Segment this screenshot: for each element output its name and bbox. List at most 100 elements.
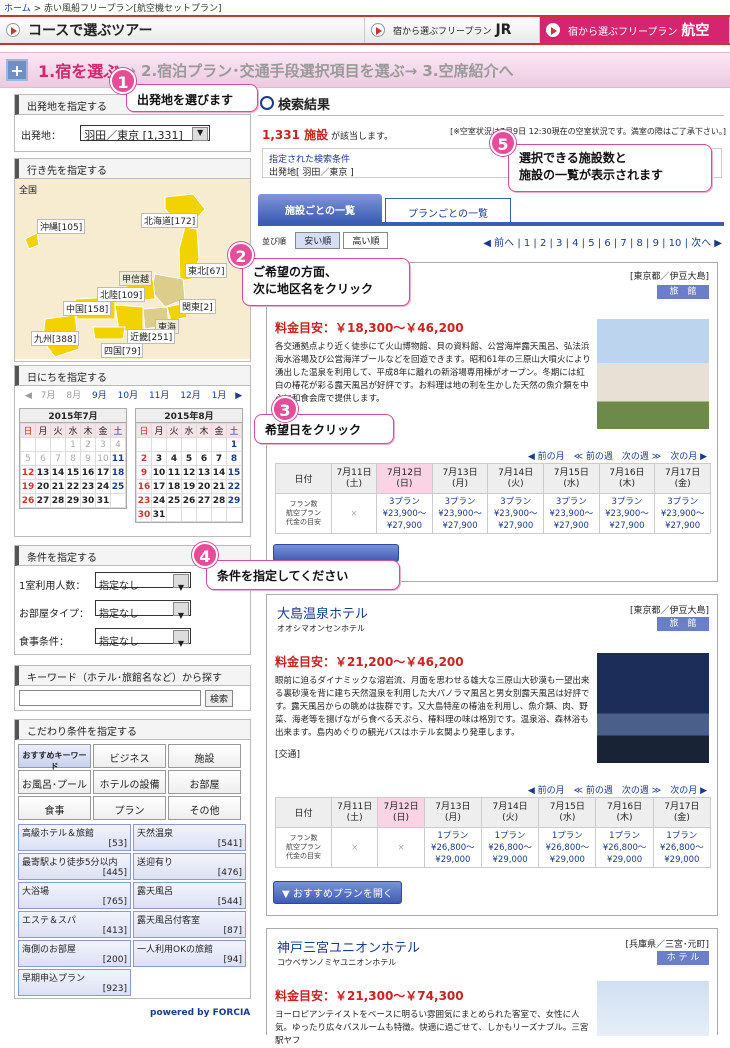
- calendar-day[interactable]: 26: [181, 493, 197, 508]
- kodawari-item[interactable]: 海側のお部屋 [200]: [18, 940, 131, 967]
- sort-high-button[interactable]: 高い順: [343, 232, 389, 249]
- calendar-day[interactable]: 17: [151, 479, 167, 494]
- month-jul[interactable]: 7月: [41, 391, 56, 401]
- plan-cell[interactable]: 3プラン ¥23,900～ ¥27,900: [598, 493, 656, 534]
- kodawari-tab[interactable]: ビジネス: [93, 744, 166, 768]
- region-kanto[interactable]: 関東[2]: [179, 299, 216, 314]
- calendar-day[interactable]: 25: [110, 479, 126, 494]
- month-aug[interactable]: 8月: [66, 391, 81, 401]
- hotel-name[interactable]: 大島温泉ホテル: [277, 603, 368, 622]
- calendar-day[interactable]: 7: [50, 451, 66, 466]
- calendar-day[interactable]: 9: [136, 465, 152, 480]
- kodawari-item[interactable]: 高級ホテル＆旅館 [53]: [18, 824, 131, 851]
- calendar-day[interactable]: 21: [211, 479, 227, 494]
- calendar-day[interactable]: 4: [166, 451, 182, 466]
- kodawari-item[interactable]: 早期申込プラン [923]: [18, 969, 131, 996]
- plan-cell[interactable]: 1プラン ¥26,800～ ¥29,000: [538, 827, 597, 868]
- calendar-day[interactable]: 22: [226, 479, 242, 494]
- calendar-day[interactable]: 19: [181, 479, 197, 494]
- calendar-day[interactable]: 17: [95, 465, 111, 480]
- month-jan[interactable]: 1月: [212, 391, 227, 401]
- sort-cheap-button[interactable]: 安い順: [295, 232, 341, 249]
- kodawari-tab[interactable]: 施設: [168, 744, 241, 768]
- tab-by-facility[interactable]: 施設ごとの一覧: [258, 194, 382, 222]
- calendar-day[interactable]: 23: [80, 479, 96, 494]
- calendar-day[interactable]: 5: [181, 451, 197, 466]
- calendar-day[interactable]: 28: [211, 493, 227, 508]
- calendar-day[interactable]: 22: [65, 479, 81, 494]
- calendar-day[interactable]: 27: [196, 493, 212, 508]
- calendar-day[interactable]: 28: [50, 493, 66, 508]
- calendar-day[interactable]: 13: [35, 465, 51, 480]
- month-dec[interactable]: 12月: [180, 391, 200, 401]
- room-type-select[interactable]: 指定なし: [95, 600, 191, 620]
- keyword-search-button[interactable]: 検索: [205, 690, 234, 707]
- kodawari-item[interactable]: 送迎有り [476]: [133, 853, 246, 880]
- kodawari-tab[interactable]: 食事: [18, 796, 91, 820]
- calendar-day[interactable]: 15: [65, 465, 81, 480]
- month-oct[interactable]: 10月: [118, 391, 138, 401]
- kodawari-item[interactable]: 露天風呂付客室 [87]: [133, 911, 246, 938]
- calendar-day[interactable]: 27: [35, 493, 51, 508]
- calendar-day[interactable]: 29: [65, 493, 81, 508]
- kodawari-tab[interactable]: おすすめキーワード: [18, 744, 91, 771]
- calendar-day[interactable]: 14: [50, 465, 66, 480]
- plan-cell[interactable]: 3プラン ¥23,900～ ¥27,900: [487, 493, 545, 534]
- tab-by-plan[interactable]: プランごとの一覧: [385, 198, 511, 222]
- calendar-day[interactable]: 3: [151, 451, 167, 466]
- breadcrumb-home[interactable]: ホーム: [4, 4, 31, 14]
- meal-select[interactable]: 指定なし: [95, 628, 191, 648]
- calendar-day[interactable]: 6: [196, 451, 212, 466]
- calendar-day[interactable]: 31: [151, 507, 167, 522]
- departure-select[interactable]: 羽田／東京 [1,331]: [80, 125, 211, 142]
- week-nav[interactable]: ◀ 前の月 ≪ 前の週 次の週 ≫ 次の月 ▶: [528, 449, 707, 462]
- hotel-photo[interactable]: [597, 319, 709, 429]
- calendar-day[interactable]: 8: [65, 451, 81, 466]
- plan-cell[interactable]: 1プラン ¥26,800～ ¥29,000: [423, 827, 482, 868]
- calendar-day[interactable]: 29: [226, 493, 242, 508]
- kodawari-item[interactable]: 一人利用OKの旅館 [94]: [133, 940, 246, 967]
- calendar-day[interactable]: 11: [166, 465, 182, 480]
- guests-select[interactable]: 指定なし: [95, 572, 191, 592]
- tab-free-plan-jr[interactable]: 宿から選ぶフリープラン JR: [365, 17, 540, 43]
- tab-free-plan-air[interactable]: 宿から選ぶフリープラン 航空: [540, 17, 730, 43]
- calendar-day[interactable]: 8: [226, 451, 242, 466]
- calendar-day[interactable]: 14: [211, 465, 227, 480]
- region-hokkaido[interactable]: 北海道[172]: [141, 213, 199, 228]
- calendar-day[interactable]: 30: [80, 493, 96, 508]
- calendar-day[interactable]: 24: [151, 493, 167, 508]
- shikoku-shape[interactable]: [92, 326, 126, 340]
- plan-cell[interactable]: 1プラン ¥26,800～ ¥29,000: [595, 827, 654, 868]
- calendar-day[interactable]: 24: [95, 479, 111, 494]
- calendar-day[interactable]: 20: [35, 479, 51, 494]
- calendar-day[interactable]: 31: [95, 493, 111, 508]
- calendar-day[interactable]: 10: [95, 451, 111, 466]
- kodawari-item[interactable]: 大浴場 [765]: [18, 882, 131, 909]
- pager[interactable]: ◀ 前へ | 1 | 2 | 3 | 4 | 5 | 6 | 7 | 8 | 9…: [483, 234, 722, 249]
- kodawari-item[interactable]: エステ＆スパ [413]: [18, 911, 131, 938]
- region-kyushu[interactable]: 九州[388]: [31, 331, 80, 346]
- kodawari-item[interactable]: 露天風呂 [544]: [133, 882, 246, 909]
- keyword-input[interactable]: [19, 690, 201, 706]
- calendar-day[interactable]: 30: [136, 507, 152, 522]
- calendar-day[interactable]: 10: [151, 465, 167, 480]
- calendar-day[interactable]: 3: [95, 437, 111, 452]
- region-chugoku[interactable]: 中国[158]: [63, 301, 112, 316]
- plan-cell[interactable]: 1プラン ¥26,800～ ¥29,000: [480, 827, 540, 868]
- calendar-day[interactable]: 16: [80, 465, 96, 480]
- kodawari-tab[interactable]: プラン: [93, 796, 166, 820]
- calendar-day[interactable]: 12: [20, 465, 36, 480]
- calendar-day[interactable]: 13: [196, 465, 212, 480]
- calendar-day[interactable]: 20: [196, 479, 212, 494]
- plan-cell[interactable]: 3プラン ¥23,900～ ¥27,900: [431, 493, 489, 534]
- plan-cell[interactable]: 3プラン ¥23,900～ ¥27,900: [654, 493, 711, 534]
- kodawari-tab[interactable]: お風呂･プール: [18, 770, 91, 794]
- kodawari-tab[interactable]: ホテルの設備: [93, 770, 166, 794]
- calendar-day[interactable]: 2: [136, 451, 152, 466]
- open-plans-button-2[interactable]: ▼ おすすめプランを開く: [273, 881, 402, 904]
- calendar-day[interactable]: 15: [226, 465, 242, 480]
- calendar-day[interactable]: 9: [80, 451, 96, 466]
- calendar-day[interactable]: 7: [211, 451, 227, 466]
- region-tohoku[interactable]: 東北[67]: [185, 263, 228, 278]
- tab-course-tour[interactable]: コースで選ぶツアー: [0, 17, 365, 43]
